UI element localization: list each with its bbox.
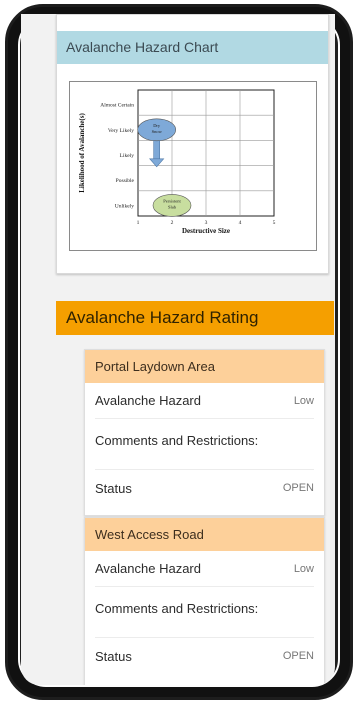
data-point-label: Snow xyxy=(152,129,163,134)
hazard-chart: Unlikely Possible Likely Very Likely Almost … xyxy=(69,81,317,251)
comments-row: Comments and Restrictions: xyxy=(95,419,314,470)
area-card-portal-laydown: Portal Laydown Area Avalanche Hazard Low… xyxy=(84,349,325,516)
chart-svg: Unlikely Possible Likely Very Likely Almost … xyxy=(78,89,276,235)
comments-label: Comments and Restrictions: xyxy=(95,601,259,616)
area-card-west-access-road: West Access Road Avalanche Hazard Low Co… xyxy=(84,517,325,685)
chart-card-title: Avalanche Hazard Chart xyxy=(57,31,328,64)
hazard-value: Low xyxy=(293,394,314,407)
status-row: Status OPEN xyxy=(95,470,314,506)
status-row: Status OPEN xyxy=(95,638,314,674)
data-point-label: Slab xyxy=(168,204,177,209)
app-screen: Avalanche Hazard Chart Unlikely Possible L… xyxy=(21,14,335,685)
x-tick-label: 5 xyxy=(273,220,276,226)
y-tick-label: Very Likely xyxy=(108,128,134,134)
status-value: OPEN xyxy=(282,650,314,662)
y-tick-label: Unlikely xyxy=(115,203,134,209)
x-tick-label: 4 xyxy=(239,220,242,226)
hazard-row: Avalanche Hazard Low xyxy=(95,383,314,419)
comments-label: Comments and Restrictions: xyxy=(95,433,259,448)
hazard-row: Avalanche Hazard Low xyxy=(95,551,314,587)
comments-row: Comments and Restrictions: xyxy=(95,587,314,638)
x-tick-label: 2 xyxy=(171,220,174,226)
area-name: Portal Laydown Area xyxy=(85,350,324,383)
status-value: OPEN xyxy=(282,482,314,494)
y-tick-label: Likely xyxy=(120,153,135,159)
data-point-label: Persistent xyxy=(163,198,181,203)
area-name: West Access Road xyxy=(85,518,324,551)
data-point-label: Dry xyxy=(153,123,161,128)
hazard-chart-card: Avalanche Hazard Chart Unlikely Possible L… xyxy=(56,14,329,274)
x-tick-label: 3 xyxy=(205,220,208,226)
status-label: Status xyxy=(95,648,132,664)
x-axis-label: Destructive Size xyxy=(182,227,230,235)
trend-arrow-shaft xyxy=(153,137,160,161)
y-tick-label: Almost Certain xyxy=(100,103,134,109)
hazard-label: Avalanche Hazard xyxy=(95,561,201,576)
x-tick-label: 1 xyxy=(137,220,140,226)
hazard-rating-title: Avalanche Hazard Rating xyxy=(56,301,334,335)
status-label: Status xyxy=(95,480,132,496)
y-axis-label: Likelihood of Avalanche(s) xyxy=(78,113,86,193)
y-tick-label: Possible xyxy=(116,178,135,184)
hazard-value: Low xyxy=(293,562,314,575)
hazard-label: Avalanche Hazard xyxy=(95,393,201,408)
